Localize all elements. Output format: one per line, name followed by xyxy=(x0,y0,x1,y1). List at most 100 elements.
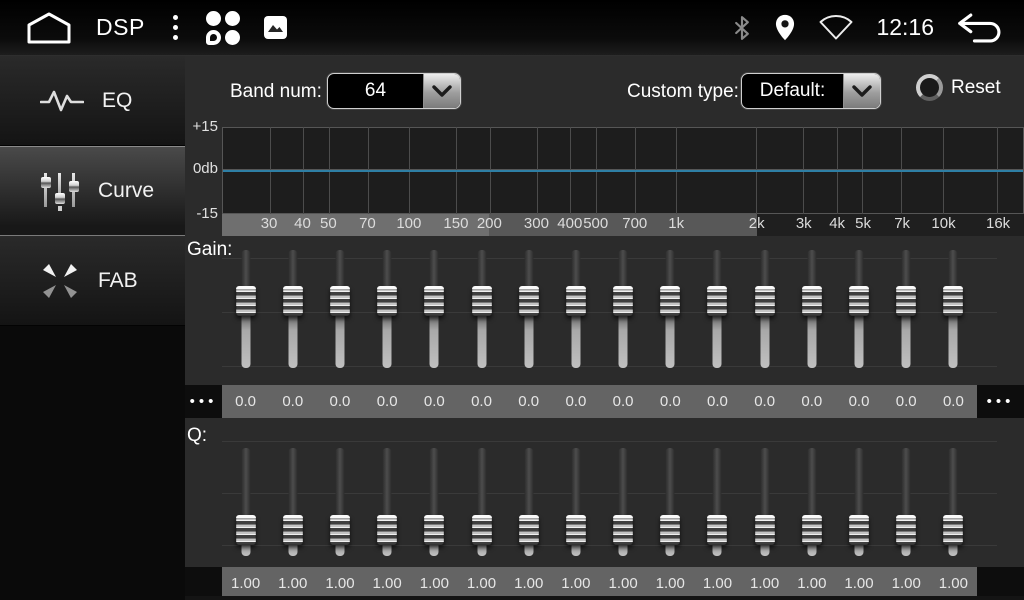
q-slider[interactable] xyxy=(835,445,882,557)
q-slider-thumb[interactable] xyxy=(377,515,397,545)
q-slider-thumb[interactable] xyxy=(849,515,869,545)
sidebar-item-eq[interactable]: EQ xyxy=(0,56,185,146)
freq-tick-label: 500 xyxy=(583,215,608,232)
chevron-down-icon[interactable] xyxy=(843,74,880,108)
gain-slider[interactable] xyxy=(741,245,788,375)
q-slider[interactable] xyxy=(411,445,458,557)
gain-slider[interactable] xyxy=(930,245,977,375)
q-slider[interactable] xyxy=(883,445,930,557)
slider-track-upper xyxy=(335,250,344,288)
q-slider[interactable] xyxy=(222,445,269,557)
gain-more-right-button[interactable]: ••• xyxy=(977,385,1024,418)
freq-tick-label: 70 xyxy=(359,215,376,232)
sidebar-item-curve[interactable]: Curve xyxy=(0,146,185,236)
gain-slider-thumb[interactable] xyxy=(424,286,444,316)
q-slider-thumb[interactable] xyxy=(472,515,492,545)
q-slider-thumb[interactable] xyxy=(424,515,444,545)
custom-type-dropdown[interactable]: Default: xyxy=(741,73,881,109)
reset-radio-icon[interactable] xyxy=(916,74,943,101)
gain-slider[interactable] xyxy=(694,245,741,375)
slider-track-upper xyxy=(524,448,533,518)
back-icon[interactable] xyxy=(956,12,1004,44)
gain-slider[interactable] xyxy=(458,245,505,375)
q-slider[interactable] xyxy=(316,445,363,557)
overflow-menu-icon[interactable] xyxy=(169,11,182,44)
gain-slider[interactable] xyxy=(647,245,694,375)
gain-slider-thumb[interactable] xyxy=(519,286,539,316)
gain-slider-thumb[interactable] xyxy=(566,286,586,316)
slider-track-upper xyxy=(902,250,911,288)
gain-slider-thumb[interactable] xyxy=(330,286,350,316)
gain-slider-thumb[interactable] xyxy=(613,286,633,316)
gain-slider[interactable] xyxy=(364,245,411,375)
gain-slider-thumb[interactable] xyxy=(849,286,869,316)
freq-tick-label: 7k xyxy=(894,215,910,232)
q-slider-thumb[interactable] xyxy=(755,515,775,545)
gain-slider[interactable] xyxy=(316,245,363,375)
gain-more-left-button[interactable]: ••• xyxy=(185,385,222,418)
slider-track-upper xyxy=(383,448,392,518)
q-slider-thumb[interactable] xyxy=(566,515,586,545)
q-slider-thumb[interactable] xyxy=(330,515,350,545)
gain-slider-thumb[interactable] xyxy=(802,286,822,316)
slider-track-upper xyxy=(571,448,580,518)
bottom-edge xyxy=(185,596,1024,600)
gain-value-cell: 0.0 xyxy=(222,385,269,418)
q-slider-thumb[interactable] xyxy=(707,515,727,545)
q-slider[interactable] xyxy=(788,445,835,557)
q-slider[interactable] xyxy=(505,445,552,557)
gain-slider[interactable] xyxy=(222,245,269,375)
q-slider[interactable] xyxy=(458,445,505,557)
gain-slider[interactable] xyxy=(505,245,552,375)
bluetooth-icon xyxy=(732,13,752,43)
slider-track-lower xyxy=(902,314,911,368)
custom-type-value: Default: xyxy=(742,74,843,108)
q-slider[interactable] xyxy=(364,445,411,557)
gain-slider-thumb[interactable] xyxy=(943,286,963,316)
gain-slider-thumb[interactable] xyxy=(707,286,727,316)
freq-tick-label: 1k xyxy=(668,215,684,232)
gain-slider[interactable] xyxy=(835,245,882,375)
q-slider[interactable] xyxy=(647,445,694,557)
gain-slider-thumb[interactable] xyxy=(283,286,303,316)
gallery-icon[interactable] xyxy=(264,16,287,39)
q-slider-thumb[interactable] xyxy=(283,515,303,545)
gain-slider-thumb[interactable] xyxy=(660,286,680,316)
q-slider[interactable] xyxy=(552,445,599,557)
slider-track-lower xyxy=(855,314,864,368)
gain-slider-thumb[interactable] xyxy=(896,286,916,316)
q-slider-thumb[interactable] xyxy=(236,515,256,545)
gain-slider[interactable] xyxy=(552,245,599,375)
y-axis-label: +15 xyxy=(186,118,218,135)
q-slider-thumb[interactable] xyxy=(660,515,680,545)
gain-slider-thumb[interactable] xyxy=(377,286,397,316)
slider-track-upper xyxy=(430,448,439,518)
gain-slider[interactable] xyxy=(600,245,647,375)
gain-slider[interactable] xyxy=(883,245,930,375)
q-slider-thumb[interactable] xyxy=(519,515,539,545)
q-slider[interactable] xyxy=(930,445,977,557)
q-slider-thumb[interactable] xyxy=(802,515,822,545)
gain-slider[interactable] xyxy=(269,245,316,375)
chevron-down-icon[interactable] xyxy=(423,74,460,108)
band-num-dropdown[interactable]: 64 xyxy=(327,73,461,109)
q-slider-thumb[interactable] xyxy=(943,515,963,545)
q-slider-thumb[interactable] xyxy=(613,515,633,545)
q-slider[interactable] xyxy=(741,445,788,557)
gain-slider[interactable] xyxy=(411,245,458,375)
slider-track-lower xyxy=(760,314,769,368)
q-slider-thumb[interactable] xyxy=(896,515,916,545)
home-icon[interactable] xyxy=(26,11,72,45)
q-slider[interactable] xyxy=(600,445,647,557)
freq-tick-label: 40 xyxy=(294,215,311,232)
apps-icon[interactable] xyxy=(206,11,240,45)
gain-slider[interactable] xyxy=(788,245,835,375)
gain-slider-thumb[interactable] xyxy=(755,286,775,316)
gain-slider-thumb[interactable] xyxy=(236,286,256,316)
q-slider[interactable] xyxy=(694,445,741,557)
sidebar-item-fab[interactable]: FAB xyxy=(0,236,185,326)
q-slider[interactable] xyxy=(269,445,316,557)
reset-button[interactable]: Reset xyxy=(916,74,1001,101)
gain-slider-thumb[interactable] xyxy=(472,286,492,316)
dsp-screen: DSP 12:16 xyxy=(0,0,1024,600)
